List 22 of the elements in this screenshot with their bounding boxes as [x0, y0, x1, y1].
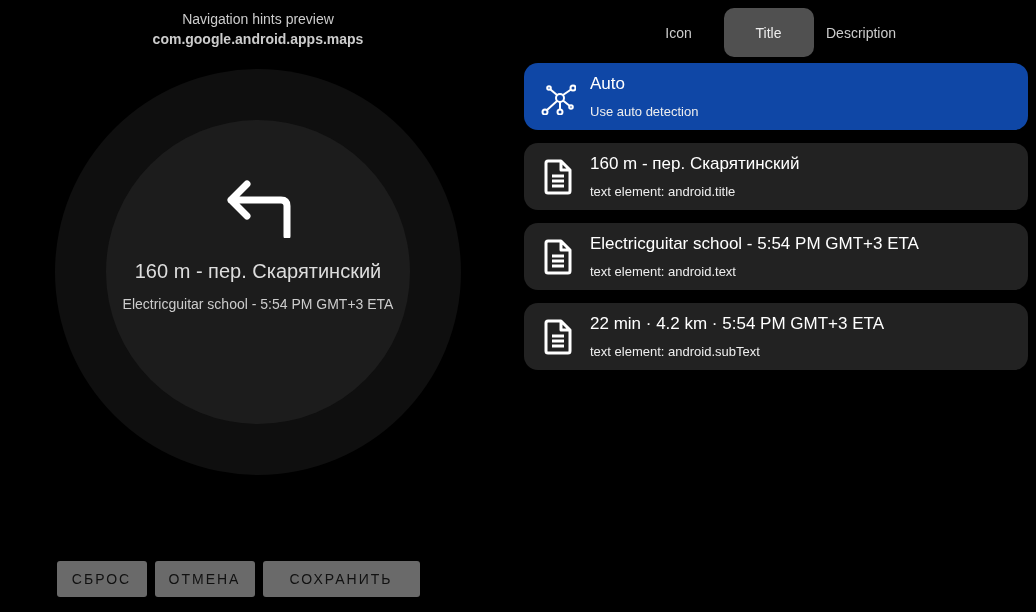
- document-icon: [543, 318, 573, 355]
- option-title: 22 min · 4.2 km · 5:54 PM GMT+3 ETA: [590, 314, 884, 334]
- tab[interactable]: Title: [723, 8, 814, 57]
- option-title: Electricguitar school - 5:54 PM GMT+3 ETA: [590, 234, 919, 254]
- option-subtitle: Use auto detection: [590, 104, 699, 119]
- package-name: com.google.android.apps.maps: [152, 31, 364, 47]
- option-card[interactable]: 160 m - пер. Скарятинский text element: android.title: [524, 143, 1028, 210]
- option-card[interactable]: Auto Use auto detection: [524, 63, 1028, 130]
- option-subtitle: text element: android.subText: [590, 344, 761, 359]
- preview-title: Navigation hints preview: [182, 11, 334, 27]
- tab[interactable]: Icon: [633, 8, 724, 57]
- option-subtitle: text element: android.title: [590, 184, 737, 199]
- hint-title: 160 m - пер. Скарятинский: [134, 260, 382, 283]
- option-title: Auto: [590, 74, 626, 94]
- option-subtitle: text element: android.text: [590, 264, 737, 279]
- option-card[interactable]: Electricguitar school - 5:54 PM GMT+3 ETA text element: android.text: [524, 223, 1028, 290]
- document-icon: [543, 238, 573, 275]
- document-icon: [543, 158, 573, 195]
- hint-text: Electricguitar school - 5:54 PM GMT+3 ETA: [122, 296, 394, 312]
- option-title: 160 m - пер. Скарятинский: [590, 154, 800, 174]
- option-card[interactable]: 22 min · 4.2 km · 5:54 PM GMT+3 ETA text element: android.subText: [524, 303, 1028, 370]
- tab[interactable]: Description: [813, 8, 909, 57]
